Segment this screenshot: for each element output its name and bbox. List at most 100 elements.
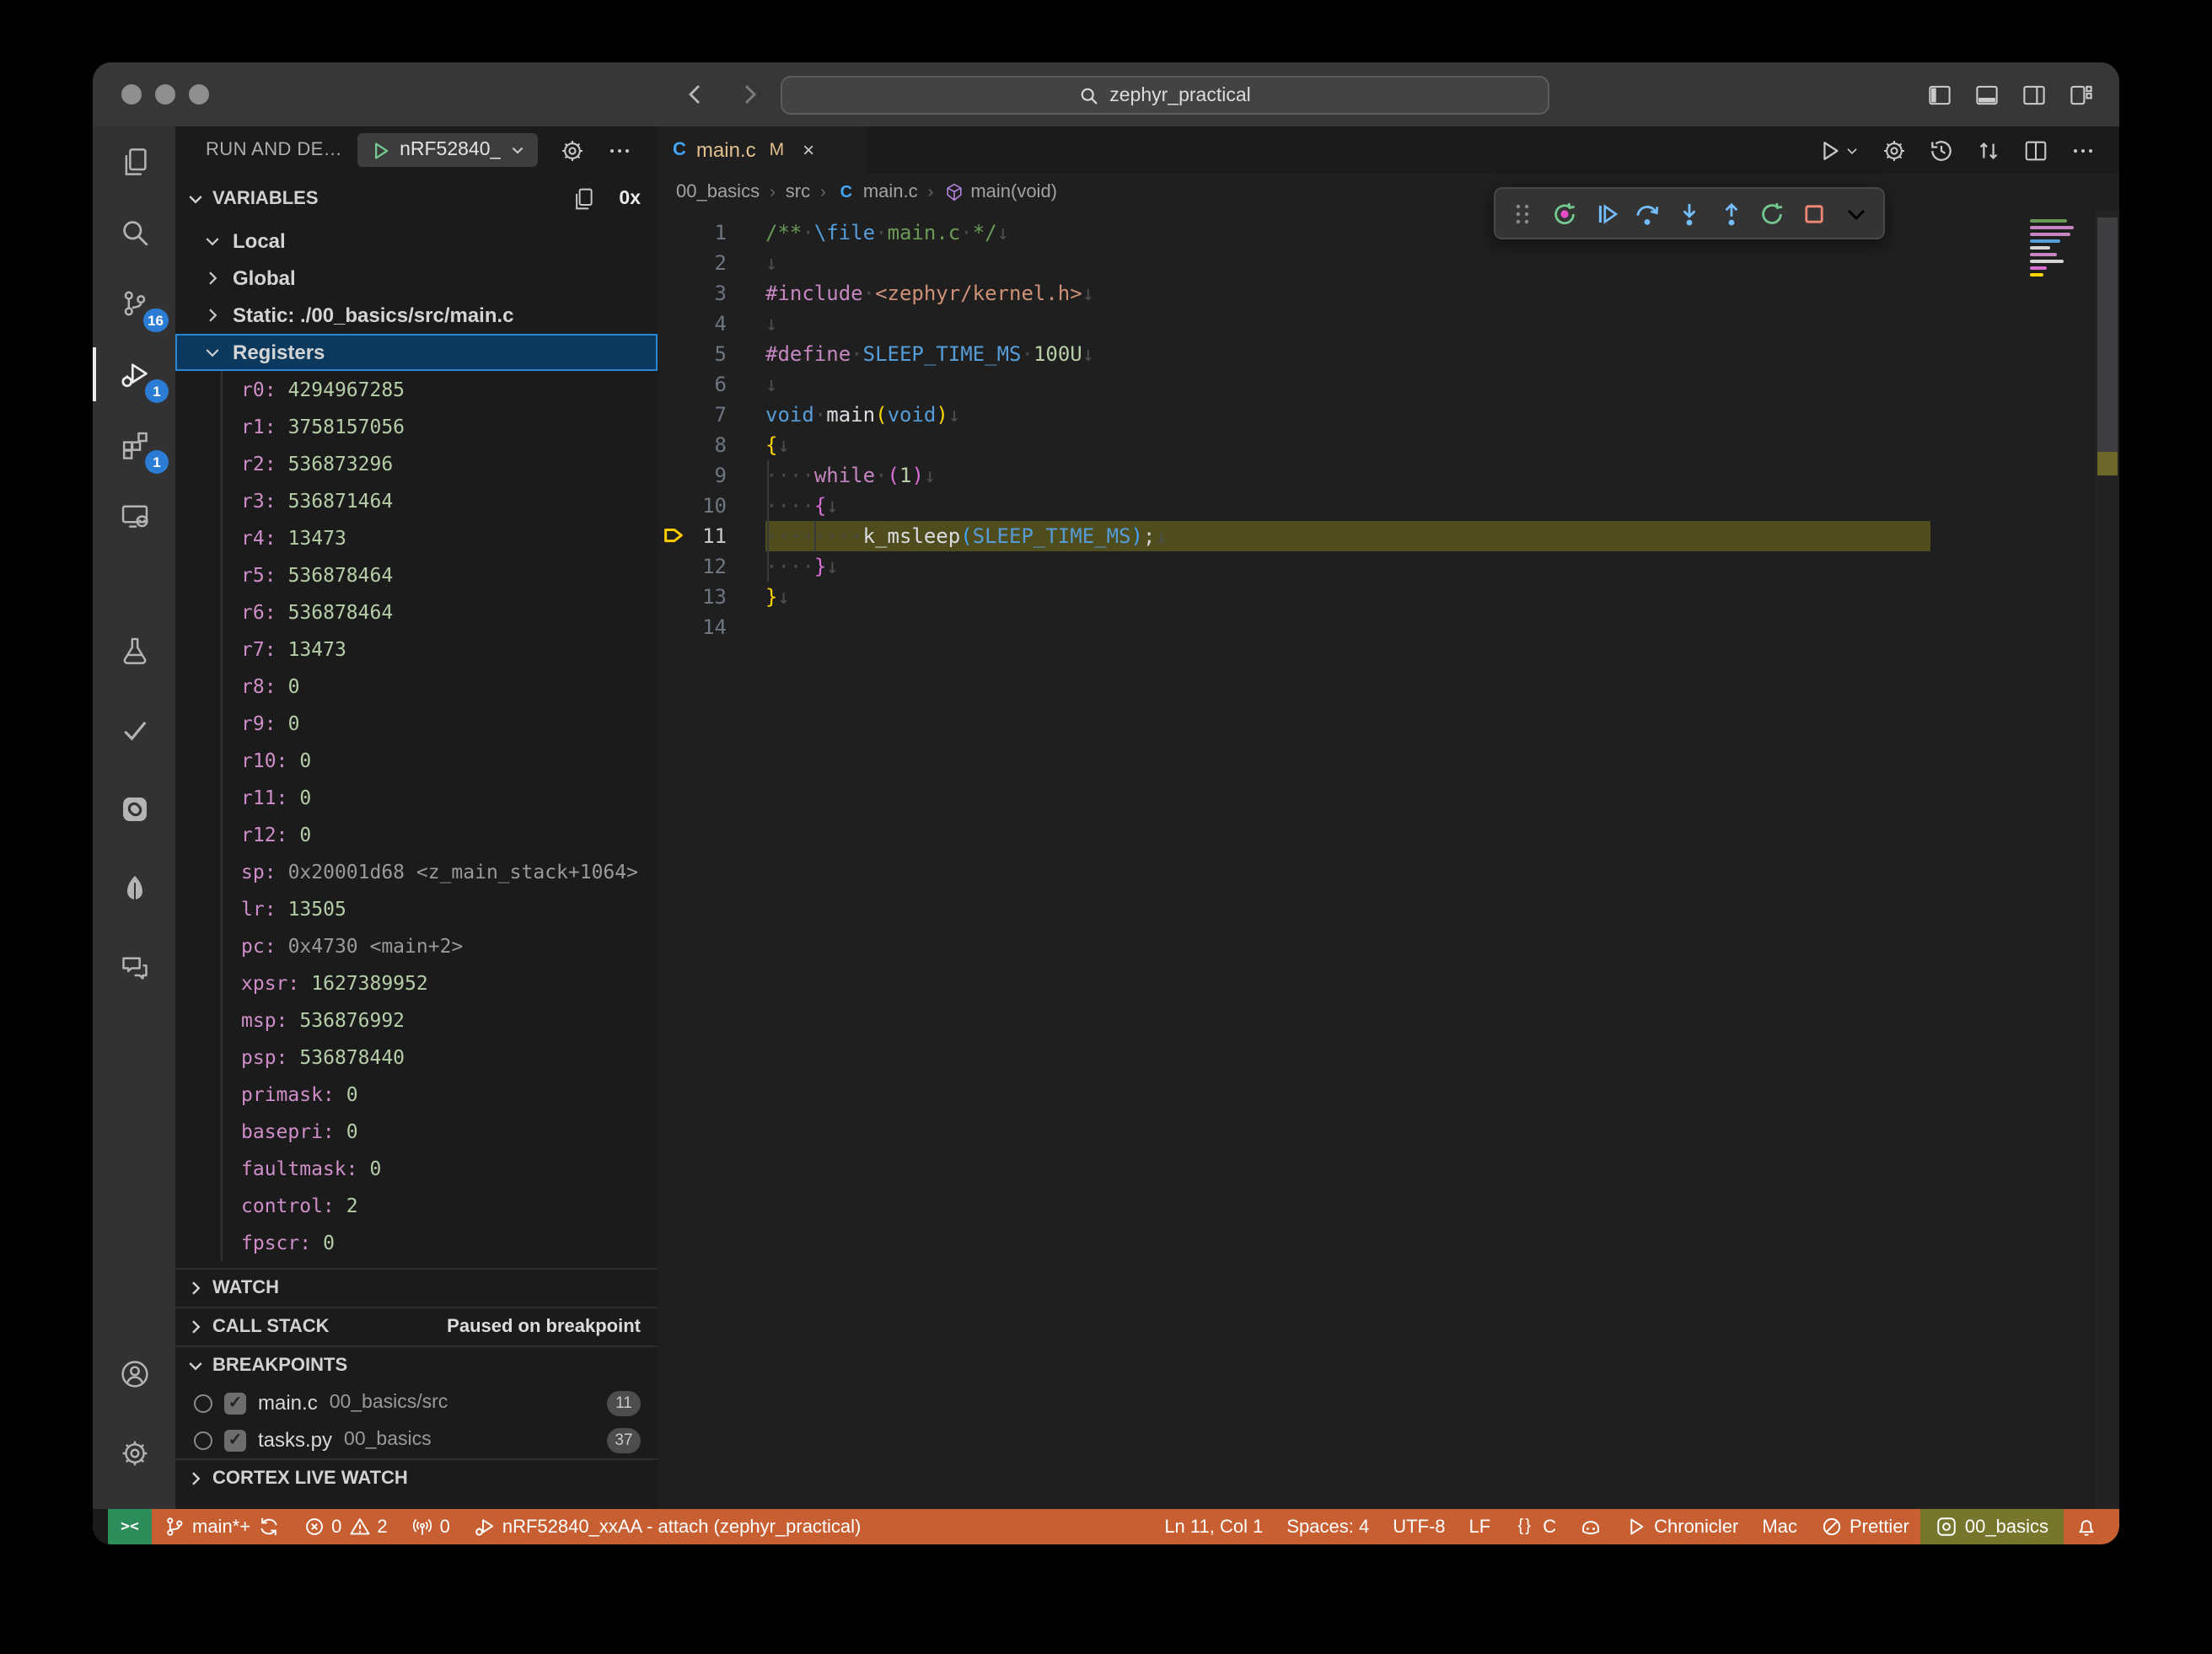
breakpoint-checkbox[interactable]: ✓ [224,1429,246,1451]
activity-item-checks[interactable] [93,690,175,769]
code-line-11[interactable]: 11········k_msleep(SLEEP_TIME_MS);↓ [658,521,2096,551]
register-row-r0[interactable]: r0:4294967285 [175,371,658,408]
register-row-r8[interactable]: r8:0 [175,668,658,705]
register-row-r12[interactable]: r12:0 [175,816,658,853]
breadcrumb-item[interactable]: src [786,182,810,202]
stop-button[interactable] [1796,193,1833,234]
activity-item-testing[interactable] [93,610,175,690]
register-row-r7[interactable]: r7:13473 [175,631,658,668]
activity-item-search[interactable] [93,197,175,268]
status-language-mode[interactable]: {}C [1502,1509,1568,1544]
drag-handle-button[interactable] [1505,193,1542,234]
traffic-lights[interactable] [121,84,209,105]
activity-item-remote-explorer[interactable] [93,481,175,551]
activity-item-accounts[interactable] [93,1334,175,1413]
activity-item-mongodb[interactable] [93,848,175,927]
code-line-2[interactable]: 2↓ [658,248,2096,278]
register-row-basepri[interactable]: basepri:0 [175,1113,658,1150]
close-tab-icon[interactable]: × [803,138,814,162]
tree-item-local[interactable]: Local [175,223,658,260]
register-row-primask[interactable]: primask:0 [175,1076,658,1113]
forward-icon[interactable] [737,81,764,108]
status-platform[interactable]: Mac [1750,1509,1809,1544]
code-line-10[interactable]: 10····{↓ [658,491,2096,521]
start-debug-icon[interactable] [369,139,391,161]
copy-value-icon[interactable] [572,186,595,210]
layout-left-icon[interactable] [1927,82,1952,107]
register-row-xpsr[interactable]: xpsr:1627389952 [175,964,658,1002]
watch-section-header[interactable]: WATCH [175,1268,658,1307]
status-copilot[interactable] [1568,1509,1613,1544]
hex-format-toggle[interactable]: 0x [619,188,641,208]
status-workspace[interactable]: 00_basics [1921,1509,2064,1544]
layout-bottom-icon[interactable] [1974,82,2000,107]
restart-button[interactable] [1754,193,1791,234]
timeline-button[interactable] [1929,137,1954,163]
breadcrumb-item[interactable]: main(void) [943,182,1057,202]
scrollbar[interactable] [2096,211,2119,1509]
status-debug-target[interactable]: nRF52840_xxAA - attach (zephyr_practical… [462,1509,873,1544]
tree-item-global[interactable]: Global [175,260,658,297]
status-ports[interactable]: 0 [400,1509,462,1544]
step-into-button[interactable] [1671,193,1708,234]
register-row-r9[interactable]: r9:0 [175,705,658,742]
status-encoding[interactable]: UTF-8 [1381,1509,1457,1544]
breakpoint-circle-icon[interactable] [194,1431,212,1449]
activity-item-comments[interactable] [93,927,175,1007]
layout-grid-icon[interactable] [2069,82,2094,107]
register-row-lr[interactable]: lr:13505 [175,890,658,927]
breadcrumb-item[interactable]: Cmain.c [836,182,918,202]
variables-section-header[interactable]: VARIABLES 0x [175,174,658,223]
call-stack-section-header[interactable]: CALL STACK Paused on breakpoint [175,1307,658,1345]
code-line-14[interactable]: 14 [658,612,2096,642]
code-line-4[interactable]: 4↓ [658,309,2096,339]
activity-item-settings[interactable] [93,1413,175,1492]
status-git-branch[interactable]: main*+ [152,1509,291,1544]
continue-button[interactable] [1587,193,1624,234]
cortex-live-watch-header[interactable]: CORTEX LIVE WATCH [175,1458,658,1497]
reset-device-button[interactable] [1546,193,1583,234]
status-notifications[interactable] [2064,1509,2109,1544]
breakpoint-checkbox[interactable]: ✓ [224,1392,246,1414]
layout-right-icon[interactable] [2021,82,2047,107]
code-line-8[interactable]: 8{↓ [658,430,2096,460]
command-center-search[interactable]: zephyr_practical [781,76,1549,115]
current-execution-pointer-icon[interactable] [661,523,686,548]
back-icon[interactable] [681,81,708,108]
debug-settings-gear-icon[interactable] [560,137,585,163]
step-out-button[interactable] [1712,193,1749,234]
breadcrumb-item[interactable]: 00_basics [676,182,760,202]
status-remote-indicator[interactable]: >< [108,1509,152,1544]
status-cursor-position[interactable]: Ln 11, Col 1 [1152,1509,1275,1544]
register-row-sp[interactable]: sp:0x20001d68 <z_main_stack+1064> [175,853,658,890]
register-row-r6[interactable]: r6:536878464 [175,593,658,631]
compare-changes-button[interactable] [1976,137,2001,163]
code-line-7[interactable]: 7void·main(void)↓ [658,400,2096,430]
register-row-r3[interactable]: r3:536871464 [175,482,658,519]
register-row-faultmask[interactable]: faultmask:0 [175,1150,658,1187]
status-eol[interactable]: LF [1458,1509,1503,1544]
activity-item-explorer[interactable] [93,126,175,197]
split-editor-button[interactable] [2023,137,2048,163]
code-line-12[interactable]: 12····}↓ [658,551,2096,582]
code-line-13[interactable]: 13}↓ [658,582,2096,612]
breakpoint-circle-icon[interactable] [194,1394,212,1412]
register-row-r10[interactable]: r10:0 [175,742,658,779]
register-row-pc[interactable]: pc:0x4730 <main+2> [175,927,658,964]
run-or-debug-button[interactable] [1817,137,1860,163]
more-actions-button[interactable] [2070,137,2096,163]
step-over-button[interactable] [1629,193,1667,234]
status-indentation[interactable]: Spaces: 4 [1275,1509,1381,1544]
activity-item-source-control[interactable]: 16 [93,268,175,339]
register-row-fpscr[interactable]: fpscr:0 [175,1224,658,1261]
tree-item-static-00-basics-src-main-c[interactable]: Static: ./00_basics/src/main.c [175,297,658,334]
breadcrumb[interactable]: 00_basics›src›Cmain.c›main(void) [658,174,2119,211]
register-row-psp[interactable]: psp:536878440 [175,1039,658,1076]
activity-item-run-and-debug[interactable]: 1 [93,339,175,410]
register-row-msp[interactable]: msp:536876992 [175,1002,658,1039]
activity-item-extensions[interactable]: 1 [93,410,175,481]
breakpoints-section-header[interactable]: BREAKPOINTS [175,1345,658,1384]
register-row-r11[interactable]: r11:0 [175,779,658,816]
code-line-3[interactable]: 3#include·<zephyr/kernel.h>↓ [658,278,2096,309]
code-line-5[interactable]: 5#define·SLEEP_TIME_MS·100U↓ [658,339,2096,369]
